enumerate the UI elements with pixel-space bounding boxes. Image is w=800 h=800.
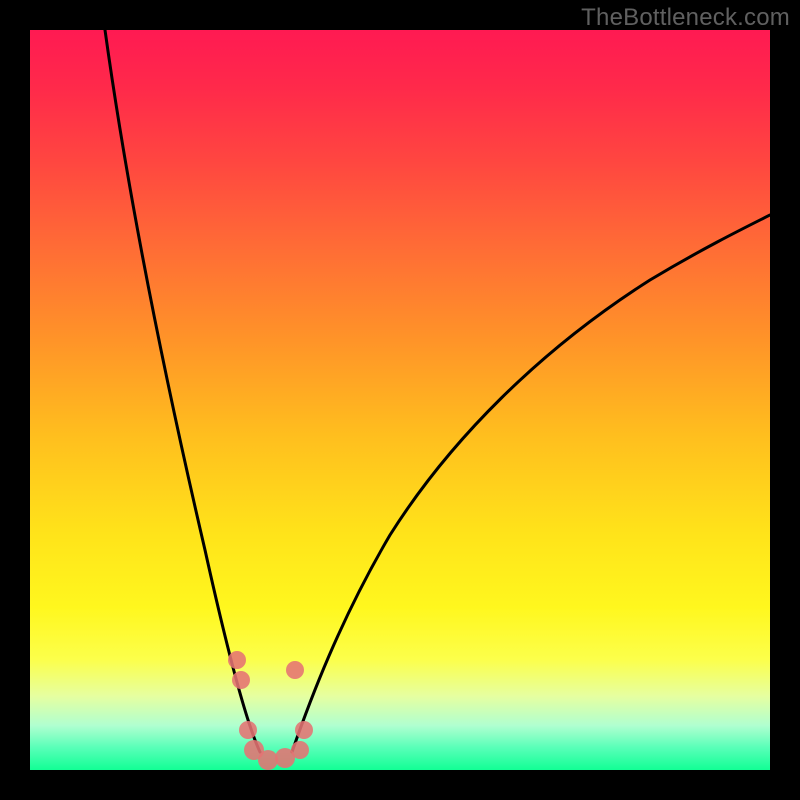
chart-svg [30,30,770,770]
dot-cluster [228,651,313,770]
curve-left [105,30,260,752]
plot-area [30,30,770,770]
curve-right [292,215,770,752]
chart-frame: TheBottleneck.com [0,0,800,800]
watermark-text: TheBottleneck.com [581,4,790,32]
